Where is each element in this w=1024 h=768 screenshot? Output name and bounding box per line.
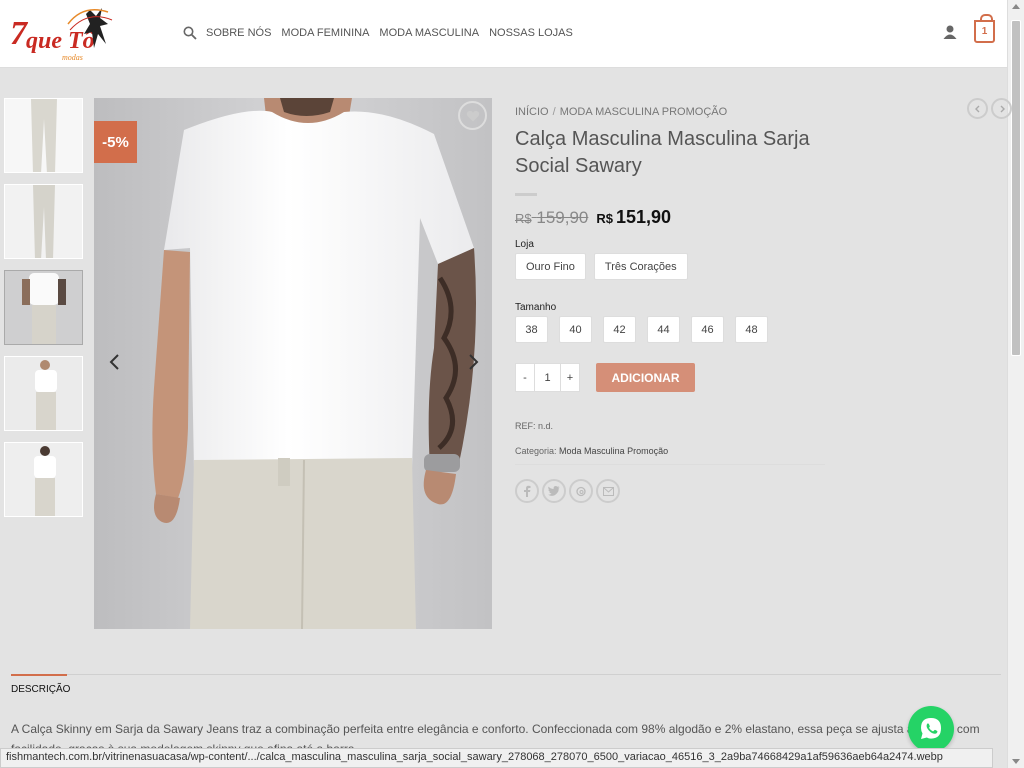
product-title: Calça Masculina Masculina Sarja Social S… bbox=[515, 128, 810, 177]
threads-icon bbox=[576, 486, 586, 496]
breadcrumb: INÍCIO / MODA MASCULINA PROMOÇÃO bbox=[515, 106, 728, 118]
size-option[interactable]: 38 bbox=[515, 316, 548, 343]
twitter-icon bbox=[548, 486, 560, 496]
cart-count: 1 bbox=[981, 26, 988, 37]
thumbnail-3[interactable] bbox=[4, 270, 83, 345]
size-option[interactable]: 40 bbox=[559, 316, 592, 343]
size-option[interactable]: 42 bbox=[603, 316, 636, 343]
logo[interactable]: 7 que Tô modas bbox=[8, 4, 123, 68]
thumbnail-2[interactable] bbox=[4, 184, 83, 259]
chevron-right-icon bbox=[1000, 105, 1005, 112]
site-header: 7 que Tô modas SOBRE NÓS MODA FEMININA M… bbox=[0, 0, 1007, 68]
store-option[interactable]: Três Corações bbox=[593, 253, 688, 280]
old-price: R$ 159,90 bbox=[515, 208, 589, 227]
store-option[interactable]: Ouro Fino bbox=[515, 253, 586, 280]
size-options: 38 40 42 44 46 48 bbox=[515, 316, 995, 343]
qty-plus-button[interactable]: + bbox=[561, 364, 579, 391]
breadcrumb-home[interactable]: INÍCIO bbox=[515, 106, 549, 118]
category-link[interactable]: Moda Masculina Promoção bbox=[559, 446, 668, 456]
heart-icon bbox=[466, 110, 479, 121]
thumbnail-1[interactable] bbox=[4, 98, 83, 173]
svg-text:modas: modas bbox=[62, 53, 83, 62]
search-icon[interactable] bbox=[183, 26, 197, 40]
threads-share-button[interactable] bbox=[569, 479, 593, 503]
nav-moda-feminina[interactable]: MODA FEMININA bbox=[281, 27, 369, 39]
store-label: Loja bbox=[515, 239, 534, 250]
new-price: R$ 151,90 bbox=[596, 207, 672, 227]
twitter-share-button[interactable] bbox=[542, 479, 566, 503]
size-label: Tamanho bbox=[515, 302, 557, 313]
browser-status-bar: fishmantech.com.br/vitrinenasuacasa/wp-c… bbox=[0, 748, 993, 768]
envelope-icon bbox=[602, 486, 614, 496]
size-option[interactable]: 48 bbox=[735, 316, 768, 343]
product-ref: REF: n.d. bbox=[515, 421, 554, 431]
product-category: Categoria: Moda Masculina Promoção bbox=[515, 446, 825, 465]
scroll-down-icon[interactable] bbox=[1012, 759, 1020, 764]
add-to-cart-button[interactable]: ADICIONAR bbox=[596, 363, 695, 392]
sale-badge: -5% bbox=[94, 121, 137, 163]
tabs-divider bbox=[11, 674, 1001, 675]
product-main-image[interactable] bbox=[94, 98, 492, 629]
tab-description[interactable]: DESCRIÇÃO bbox=[11, 674, 70, 695]
nav-nossas-lojas[interactable]: NOSSAS LOJAS bbox=[489, 27, 573, 39]
wishlist-button[interactable] bbox=[458, 101, 487, 130]
whatsapp-icon bbox=[921, 718, 941, 739]
chevron-right-icon[interactable] bbox=[463, 352, 483, 372]
main-nav: SOBRE NÓS MODA FEMININA MODA MASCULINA N… bbox=[183, 0, 583, 66]
nav-moda-masculina[interactable]: MODA MASCULINA bbox=[379, 27, 479, 39]
scroll-up-icon[interactable] bbox=[1012, 4, 1020, 9]
thumbnail-5[interactable] bbox=[4, 442, 83, 517]
chevron-left-icon[interactable] bbox=[105, 352, 125, 372]
thumbnail-list bbox=[4, 98, 83, 528]
whatsapp-button[interactable] bbox=[908, 706, 954, 752]
facebook-share-button[interactable] bbox=[515, 479, 539, 503]
email-share-button[interactable] bbox=[596, 479, 620, 503]
size-option[interactable]: 46 bbox=[691, 316, 724, 343]
quantity-stepper: - 1 + bbox=[515, 363, 580, 392]
scroll-thumb[interactable] bbox=[1011, 20, 1021, 356]
nav-sobre-nos[interactable]: SOBRE NÓS bbox=[206, 27, 271, 39]
user-icon[interactable] bbox=[942, 24, 958, 40]
share-buttons bbox=[515, 479, 995, 503]
facebook-icon bbox=[524, 485, 531, 497]
price: R$ 159,90 R$ 151,90 bbox=[515, 207, 995, 228]
size-option[interactable]: 44 bbox=[647, 316, 680, 343]
product-info: INÍCIO / MODA MASCULINA PROMOÇÃO Calça Mas… bbox=[515, 98, 995, 503]
cart-button[interactable]: 1 bbox=[974, 14, 995, 43]
breadcrumb-category[interactable]: MODA MASCULINA PROMOÇÃO bbox=[560, 106, 727, 118]
qty-minus-button[interactable]: - bbox=[516, 364, 534, 391]
svg-text:que Tô: que Tô bbox=[26, 28, 95, 54]
store-options: Ouro Fino Três Corações bbox=[515, 253, 995, 280]
quantity-input[interactable]: 1 bbox=[534, 364, 561, 391]
thumbnail-4[interactable] bbox=[4, 356, 83, 431]
title-divider bbox=[515, 193, 537, 196]
